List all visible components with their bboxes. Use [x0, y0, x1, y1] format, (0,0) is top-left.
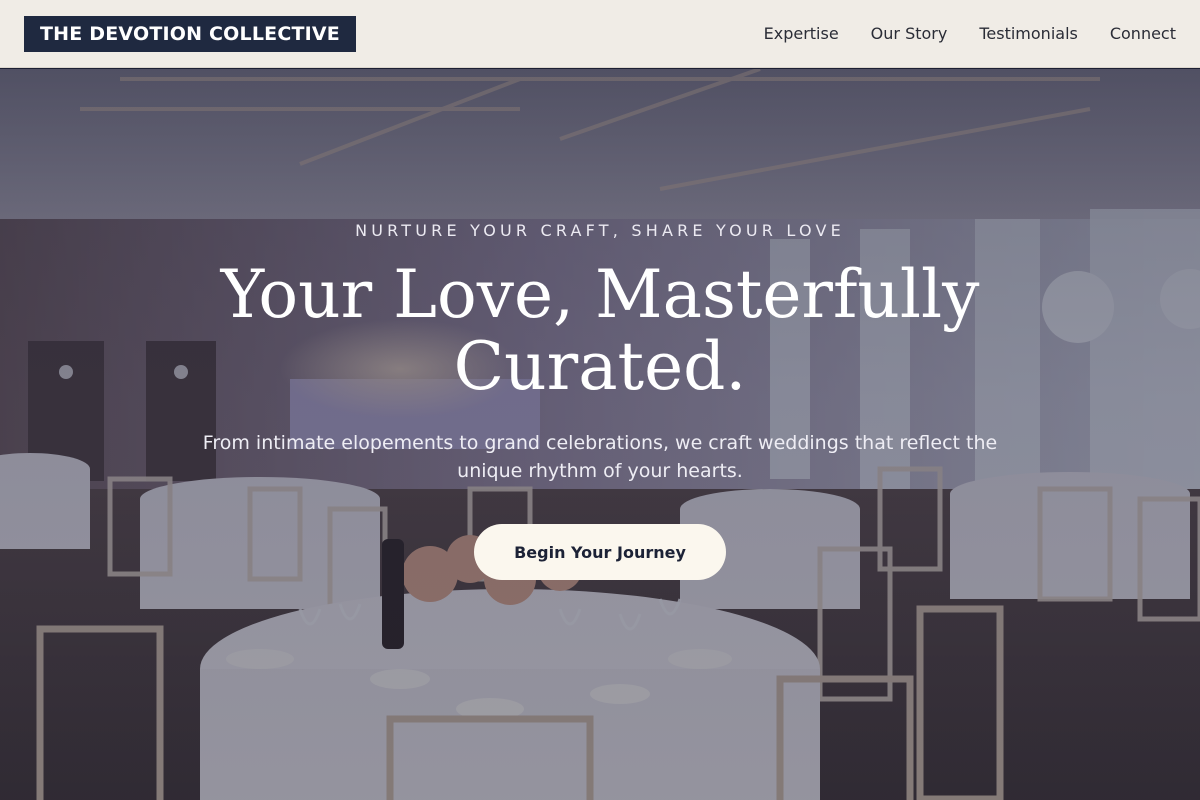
begin-journey-button[interactable]: Begin Your Journey [474, 524, 726, 580]
hero-eyebrow: NURTURE YOUR CRAFT, SHARE YOUR LOVE [355, 221, 845, 240]
nav-link-connect[interactable]: Connect [1110, 24, 1176, 43]
nav-link-our-story[interactable]: Our Story [871, 24, 948, 43]
main-nav: Expertise Our Story Testimonials Connect [732, 24, 1176, 43]
brand-logo[interactable]: THE DEVOTION COLLECTIVE [24, 15, 356, 52]
hero-subtitle: From intimate elopements to grand celebr… [202, 432, 998, 482]
nav-link-expertise[interactable]: Expertise [764, 24, 839, 43]
hero-content: NURTURE YOUR CRAFT, SHARE YOUR LOVE Your… [0, 69, 1200, 800]
site-header: THE DEVOTION COLLECTIVE Expertise Our St… [0, 0, 1200, 68]
nav-link-testimonials[interactable]: Testimonials [979, 24, 1078, 43]
hero-headline: Your Love, Masterfully Curated. [220, 256, 980, 405]
